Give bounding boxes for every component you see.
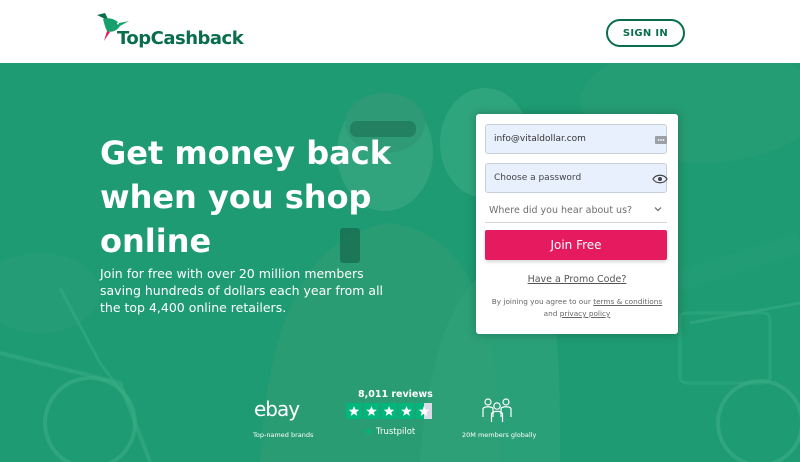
ebay-caption: Top-named brands	[253, 431, 314, 439]
email-field[interactable]	[485, 124, 667, 154]
trustpilot-label: Trustpilot	[376, 427, 416, 437]
members-caption: 20M members globally	[462, 431, 537, 439]
chevron-down-icon	[654, 207, 662, 212]
terms-and: and	[543, 309, 560, 318]
topcashback-logo[interactable]: TopCashback	[95, 11, 244, 51]
terms-prefix: By joining you agree to our	[491, 297, 594, 306]
trustpilot-stars	[346, 403, 432, 419]
hero-headline: Get money back when you shop online	[100, 134, 391, 260]
trustpilot-star-icon	[364, 427, 373, 436]
referral-source-select[interactable]: Where did you hear about us?	[485, 200, 667, 223]
show-password-eye-icon[interactable]	[652, 174, 668, 184]
terms-notice: By joining you agree to our terms & cond…	[486, 296, 668, 320]
reviews-count: 8,011 reviews	[358, 389, 433, 400]
referral-source-label: Where did you hear about us?	[489, 205, 633, 216]
members-group-icon	[482, 398, 512, 422]
ebay-logo: ebay	[254, 397, 300, 421]
hero-section: Get money back when you shop online Join…	[0, 63, 800, 462]
trust-strip: ebay Top-named brands 8,011 reviews Trus…	[0, 385, 800, 445]
signup-form: Where did you hear about us? Join Free H…	[476, 114, 678, 334]
hero-subtext: Join for free with over 20 million membe…	[100, 266, 384, 315]
autofill-icon[interactable]	[655, 135, 667, 145]
join-free-button[interactable]: Join Free	[485, 230, 667, 260]
sign-in-button[interactable]: SIGN IN	[606, 19, 685, 47]
promo-code-link[interactable]: Have a Promo Code?	[476, 274, 678, 285]
password-field[interactable]	[485, 163, 667, 193]
privacy-link[interactable]: privacy policy	[560, 309, 611, 318]
site-header: TopCashback SIGN IN	[0, 0, 800, 63]
terms-link[interactable]: terms & conditions	[593, 297, 662, 306]
brand-name: TopCashback	[117, 28, 244, 49]
